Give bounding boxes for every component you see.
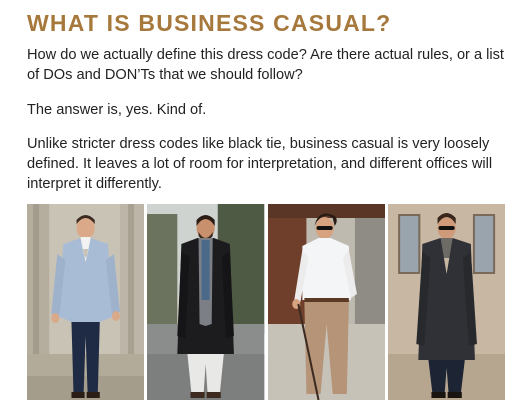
intro-paragraph: How do we actually define this dress cod… [27,47,504,83]
outfit-photo-charcoal-coat [387,204,505,400]
definition-paragraph: Unlike stricter dress codes like black t… [27,136,493,192]
section-heading: WHAT IS BUSINESS CASUAL? [27,10,392,36]
outfit-photo-blazer [27,204,145,400]
outfit-photo-overcoat-scarf [147,204,265,400]
outfit-photo-white-shirt [267,204,385,400]
answer-paragraph: The answer is, yes. Kind of. [27,102,207,118]
outfit-photo-strip [27,204,505,400]
